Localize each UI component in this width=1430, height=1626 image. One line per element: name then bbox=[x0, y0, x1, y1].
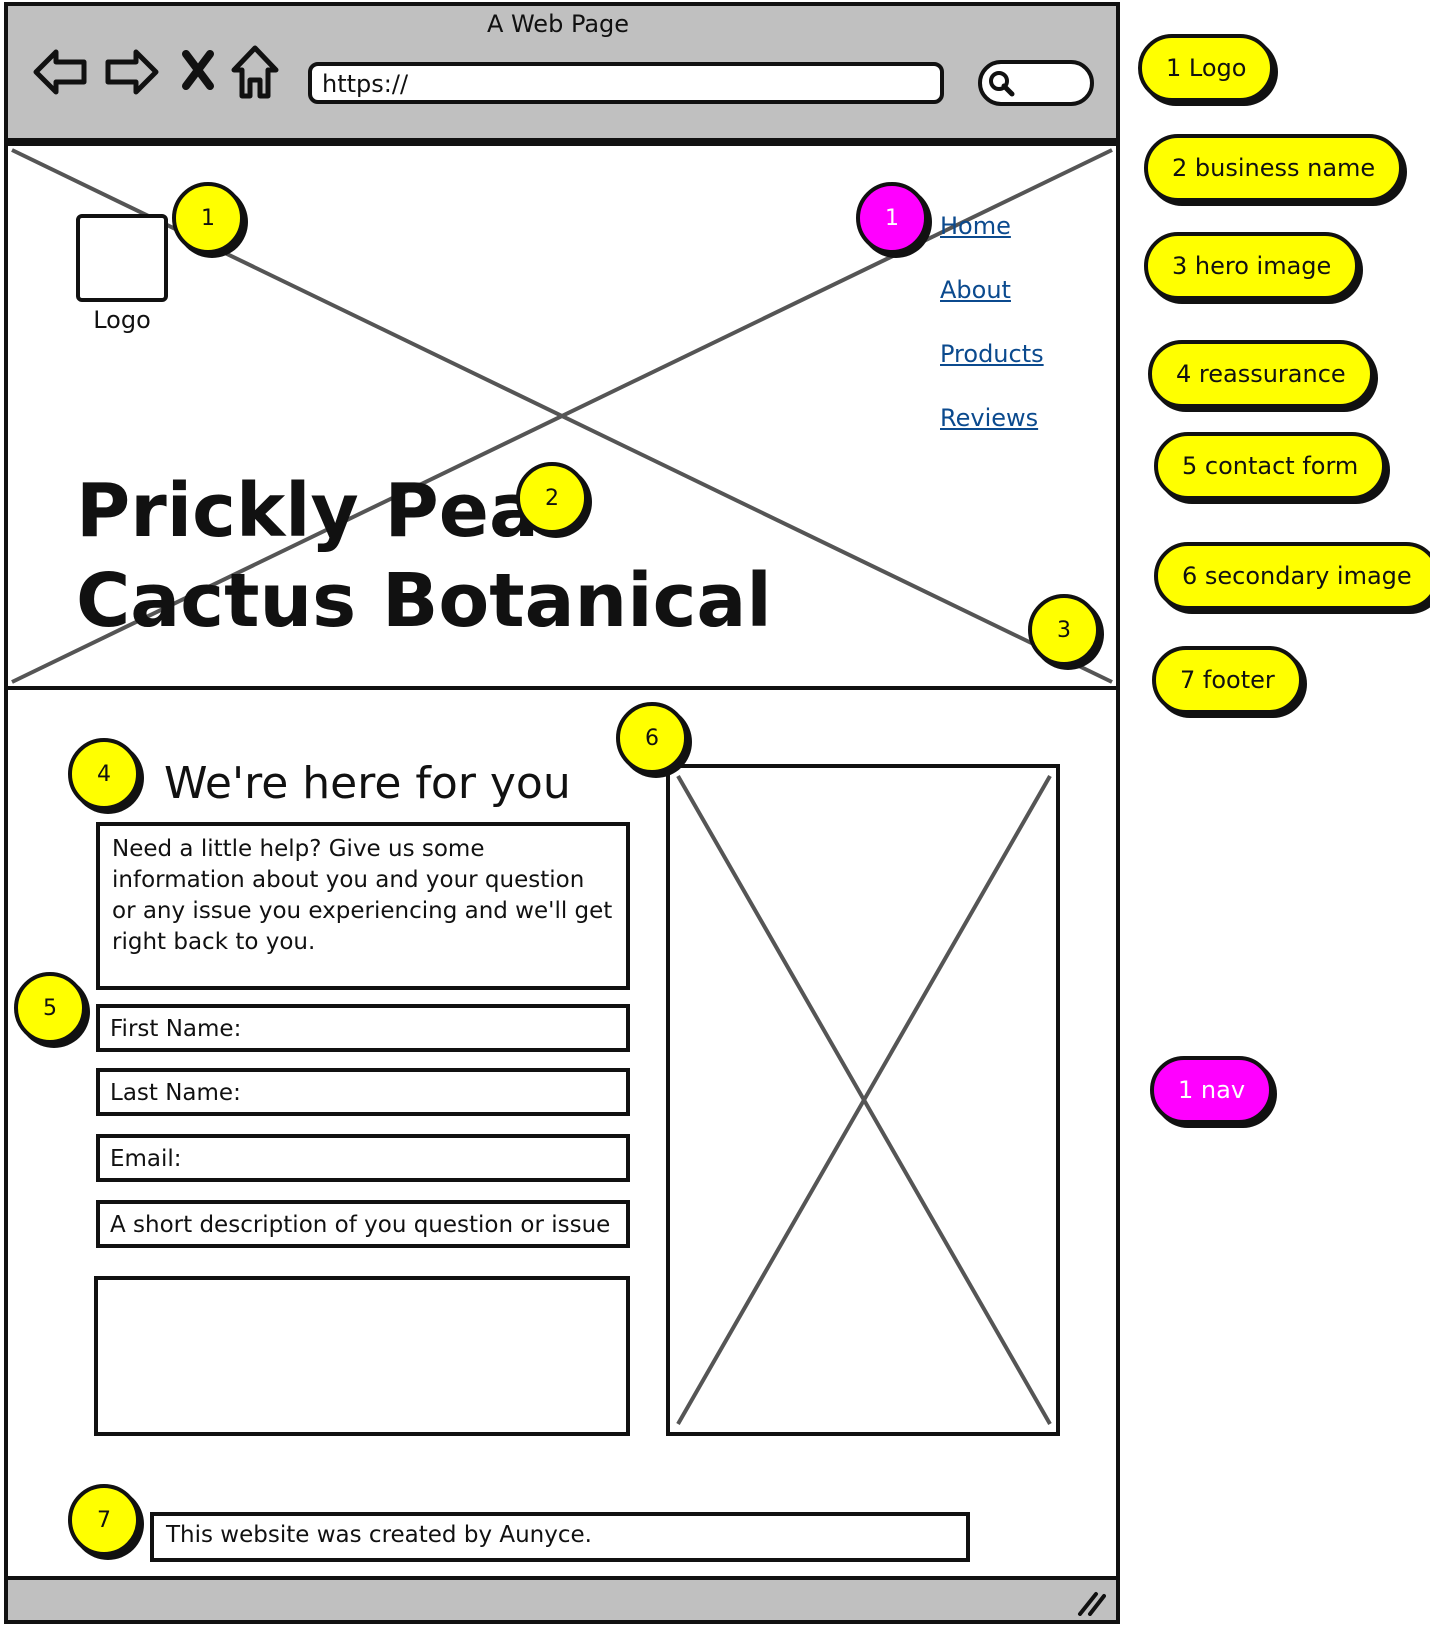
home-icon[interactable] bbox=[230, 44, 280, 100]
badge-secondary-image: 6 bbox=[616, 702, 688, 774]
badge-logo: 1 bbox=[172, 182, 244, 254]
legend-hero-image: 3 hero image bbox=[1144, 232, 1360, 300]
badge-reassurance: 4 bbox=[68, 738, 140, 810]
legend-contact-form: 5 contact form bbox=[1154, 432, 1387, 500]
legend-secondary-image: 6 secondary image bbox=[1154, 542, 1430, 610]
window-title: A Web Page bbox=[486, 10, 630, 38]
business-name: Prickly Pear Cactus Botanical bbox=[76, 466, 772, 646]
nav-link-home[interactable]: Home bbox=[940, 212, 1011, 240]
legend-nav: 1 nav bbox=[1150, 1056, 1274, 1124]
logo-placeholder[interactable] bbox=[76, 214, 168, 302]
description-textarea[interactable] bbox=[94, 1276, 630, 1436]
badge-business-name: 2 bbox=[516, 462, 588, 534]
forward-arrow-icon[interactable] bbox=[104, 46, 160, 98]
nav-link-about[interactable]: About bbox=[940, 276, 1011, 304]
footer-text: This website was created by Aunyce. bbox=[150, 1512, 970, 1562]
secondary-image-placeholder bbox=[676, 775, 1052, 1425]
browser-search-box[interactable] bbox=[978, 60, 1094, 106]
legend-business-name: 2 business name bbox=[1144, 134, 1404, 202]
first-name-field[interactable]: First Name: bbox=[96, 1004, 630, 1052]
close-icon[interactable] bbox=[180, 50, 216, 90]
badge-footer: 7 bbox=[68, 1484, 140, 1556]
reassurance-title: We're here for you bbox=[164, 758, 571, 809]
description-label-field[interactable]: A short description of you question or i… bbox=[96, 1200, 630, 1248]
business-name-line2: Cactus Botanical bbox=[76, 558, 772, 644]
legend-footer: 7 footer bbox=[1152, 646, 1303, 714]
business-name-line1: Prickly Pear bbox=[76, 468, 576, 554]
nav-link-reviews[interactable]: Reviews bbox=[940, 404, 1038, 432]
legend-reassurance: 4 reassurance bbox=[1148, 340, 1374, 408]
secondary-image bbox=[666, 764, 1060, 1436]
browser-statusbar bbox=[4, 1576, 1120, 1624]
badge-contact-form: 5 bbox=[14, 972, 86, 1044]
last-name-field[interactable]: Last Name: bbox=[96, 1068, 630, 1116]
url-bar[interactable]: https:// bbox=[308, 62, 944, 104]
logo-label: Logo bbox=[93, 306, 151, 334]
legend-logo: 1 Logo bbox=[1138, 34, 1275, 102]
nav-link-products[interactable]: Products bbox=[940, 340, 1044, 368]
badge-hero-image: 3 bbox=[1028, 594, 1100, 666]
search-icon bbox=[989, 71, 1015, 97]
reassurance-text: Need a little help? Give us some informa… bbox=[96, 822, 630, 990]
badge-nav: 1 bbox=[856, 182, 928, 254]
back-arrow-icon[interactable] bbox=[32, 46, 88, 98]
resize-grip-icon[interactable] bbox=[1074, 1588, 1106, 1616]
email-field[interactable]: Email: bbox=[96, 1134, 630, 1182]
